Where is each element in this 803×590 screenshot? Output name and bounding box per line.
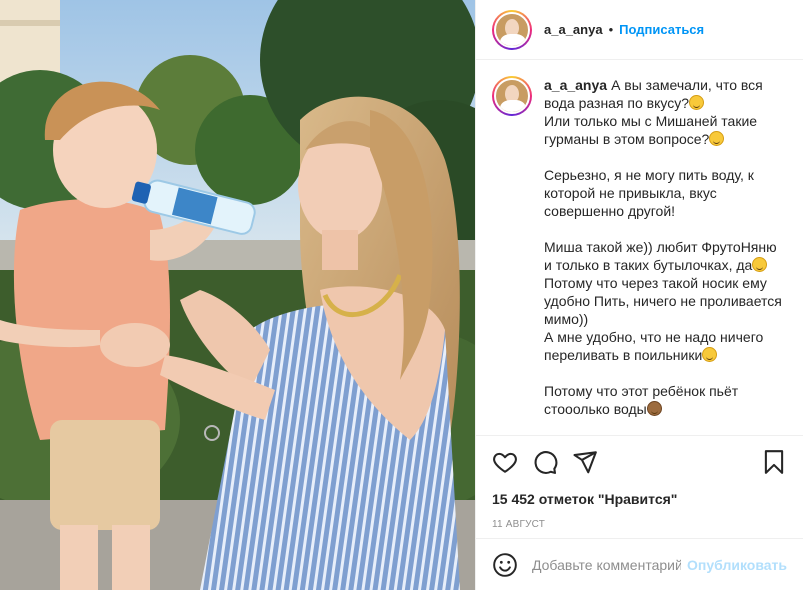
- caption-text: a_a_anya А вы замечали, что вся вода разн…: [544, 76, 784, 435]
- post-side-panel: a_a_anya • Подписаться a_a_anya А вы заме…: [475, 0, 803, 590]
- smiley-icon[interactable]: [492, 552, 518, 578]
- heart-icon[interactable]: [492, 449, 518, 475]
- caption-line: Или только мы с Мишаней такие гурманы в …: [544, 112, 784, 148]
- action-bar: [476, 436, 803, 488]
- post-date[interactable]: 11 АВГУСТ: [476, 510, 803, 538]
- author-avatar[interactable]: [492, 9, 532, 50]
- caption-line: Миша такой же)) любит ФрутоНяню и только…: [544, 238, 784, 274]
- caption-line-text: А мне удобно, что не надо ничего перелив…: [544, 329, 768, 363]
- avatar-image: [494, 11, 530, 48]
- caption-line: a_a_anya А вы замечали, что вся вода разн…: [544, 76, 784, 112]
- post-header: a_a_anya • Подписаться: [476, 0, 803, 60]
- post-photo[interactable]: [0, 0, 475, 590]
- caption-avatar[interactable]: [492, 76, 532, 116]
- header-separator: •: [608, 22, 614, 37]
- grin-emoji-icon: [752, 257, 768, 272]
- caption-line-text: Серьезно, я не могу пить воду, к которой…: [544, 167, 758, 219]
- caption-line: Серьезно, я не могу пить воду, к которой…: [544, 166, 784, 220]
- publish-button[interactable]: Опубликовать: [687, 557, 787, 573]
- comment-bar: Опубликовать: [476, 538, 803, 590]
- instagram-post: a_a_anya • Подписаться a_a_anya А вы заме…: [0, 0, 803, 590]
- caption-line: А мне удобно, что не надо ничего перелив…: [544, 328, 784, 364]
- likes-count[interactable]: 15 452 отметок "Нравится": [476, 488, 803, 510]
- caption-line-text: Или только мы с Мишаней такие гурманы в …: [544, 113, 761, 147]
- comment-icon[interactable]: [532, 449, 558, 475]
- caption-line-text: Потому что этот ребёнок пьёт стооолько в…: [544, 383, 743, 417]
- caption-line: Потому что через такой носик ему удобно …: [544, 274, 784, 328]
- follow-button[interactable]: Подписаться: [619, 22, 704, 37]
- caption-line: ​: [544, 220, 784, 238]
- comment-input[interactable]: [532, 556, 682, 573]
- caption-line-text: Миша такой же)) любит ФрутоНяню и только…: [544, 239, 781, 273]
- caption-area: a_a_anya А вы замечали, что вся вода разн…: [476, 60, 803, 436]
- sweat-smile-emoji-icon: [702, 347, 718, 362]
- author-username[interactable]: a_a_anya: [544, 22, 603, 37]
- caption-line-text: Потому что через такой носик ему удобно …: [544, 275, 786, 327]
- caption-line: ​: [544, 364, 784, 382]
- caption-line: ​: [544, 148, 784, 166]
- caption-username[interactable]: a_a_anya: [544, 77, 607, 93]
- photo-image: [0, 0, 475, 590]
- caption-line: Потому что этот ребёнок пьёт стооолько в…: [544, 382, 784, 418]
- share-icon[interactable]: [572, 449, 598, 475]
- bookmark-icon[interactable]: [761, 449, 787, 475]
- monkey-emoji-icon: [646, 401, 662, 416]
- smile-emoji-icon: [689, 95, 705, 110]
- grin-emoji-icon: [709, 131, 725, 146]
- avatar-image: [494, 78, 530, 114]
